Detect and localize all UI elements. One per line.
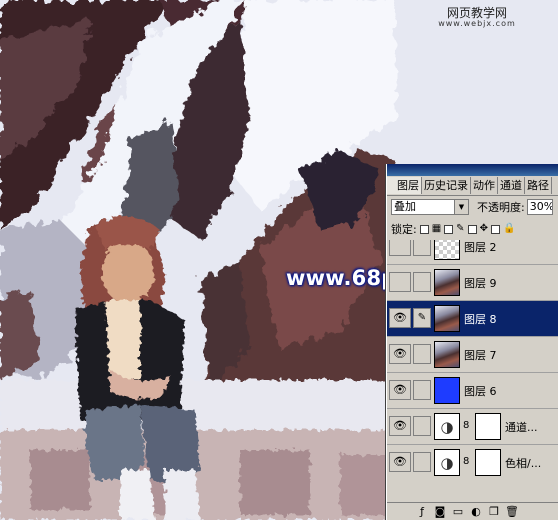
- layer-thumbnail: ◑: [434, 449, 460, 476]
- layer-list: 图层 2 图层 9 👁 ✎ 图层 8 👁 图层 7 👁 图层 6 👁 ◑ 8 通道... 👁 ◑ 8 色相/..…: [387, 240, 558, 500]
- watermark-site-logo: 网页教学网 www.webjx.com: [398, 4, 556, 32]
- mask-icon[interactable]: ◙: [433, 505, 447, 519]
- layer-row[interactable]: 👁 ◑ 8 通道...: [387, 408, 558, 444]
- brush-icon: ✎: [456, 223, 465, 234]
- layer-row[interactable]: 👁 ◑ 8 色相/...: [387, 444, 558, 480]
- eye-icon: 👁: [393, 311, 407, 324]
- lock-transparency-checkbox[interactable]: [419, 224, 429, 234]
- lock-all-checkbox[interactable]: [490, 224, 500, 234]
- brush-icon: ✎: [417, 312, 427, 323]
- panel-tabs: 图层 历史记录 动作 通道 路径: [387, 177, 558, 196]
- visibility-toggle[interactable]: 👁: [389, 452, 411, 472]
- opacity-field[interactable]: 30%: [526, 199, 553, 215]
- folder-icon[interactable]: ▭: [451, 505, 465, 519]
- layer-row[interactable]: 👁 ✎ 图层 8: [387, 300, 558, 336]
- layer-row[interactable]: 图层 2: [387, 240, 558, 264]
- lock-label: 锁定:: [391, 223, 417, 236]
- layer-name: 图层 9: [464, 277, 497, 290]
- layer-row[interactable]: 👁 图层 7: [387, 336, 558, 372]
- layer-row[interactable]: 图层 9: [387, 264, 558, 300]
- tab-history[interactable]: 历史记录: [422, 177, 471, 194]
- eye-icon: 👁: [393, 383, 407, 396]
- layer-row[interactable]: 👁 图层 6: [387, 372, 558, 408]
- eye-icon: 👁: [393, 419, 407, 432]
- visibility-toggle[interactable]: [389, 272, 411, 292]
- blend-mode-select[interactable]: 叠加 ▼: [391, 199, 469, 215]
- layer-name: 图层 6: [464, 385, 497, 398]
- layer-name: 图层 8: [464, 313, 497, 326]
- layer-name: 色相/...: [505, 457, 542, 470]
- watermark-site-title: 网页教学网: [446, 6, 507, 20]
- link-toggle[interactable]: [413, 452, 431, 472]
- lock-image-checkbox[interactable]: [444, 224, 454, 234]
- layer-style-icon[interactable]: ƒ: [415, 505, 429, 519]
- visibility-toggle[interactable]: 👁: [389, 344, 411, 364]
- link-toggle[interactable]: [413, 380, 431, 400]
- new-layer-icon[interactable]: ❐: [487, 505, 501, 519]
- layer-thumbnail: ◑: [434, 413, 460, 440]
- layer-name: 图层 7: [464, 349, 497, 362]
- opacity-label: 不透明度:: [477, 201, 525, 214]
- eye-icon: 👁: [393, 455, 407, 468]
- checker-icon: ▦: [431, 223, 442, 234]
- trash-icon[interactable]: 🗑: [505, 505, 519, 519]
- layer-name: 通道...: [505, 421, 538, 434]
- layers-panel: 图层 历史记录 动作 通道 路径 叠加 ▼ 不透明度: 30% 锁定: ▦ ✎ …: [386, 164, 558, 520]
- link-toggle[interactable]: [413, 344, 431, 364]
- chain-link-icon: 8: [463, 420, 470, 431]
- tab-channels[interactable]: 通道: [498, 177, 525, 194]
- eye-icon: 👁: [393, 347, 407, 360]
- panel-title-bar[interactable]: [387, 164, 558, 176]
- move-icon: ✥: [479, 223, 488, 234]
- layer-thumbnail: [434, 240, 460, 260]
- lock-position-checkbox[interactable]: [467, 224, 477, 234]
- lock-row: 锁定: ▦ ✎ ✥ 🔒: [391, 222, 515, 236]
- visibility-toggle[interactable]: 👁: [389, 380, 411, 400]
- layer-thumbnail: [434, 341, 460, 368]
- chain-link-icon: 8: [463, 456, 470, 467]
- link-toggle[interactable]: [413, 416, 431, 436]
- lock-icon: 🔒: [502, 223, 516, 234]
- layer-thumbnail: [434, 305, 460, 332]
- tab-layers[interactable]: 图层: [387, 177, 422, 194]
- visibility-toggle[interactable]: [389, 240, 411, 256]
- layer-name: 图层 2: [464, 241, 497, 254]
- link-toggle[interactable]: [413, 272, 431, 292]
- adjustment-icon[interactable]: ◐: [469, 505, 483, 519]
- tab-paths[interactable]: 路径: [525, 177, 552, 194]
- visibility-toggle[interactable]: 👁: [389, 308, 411, 328]
- panel-bottom-bar: ƒ ◙ ▭ ◐ ❐ 🗑: [387, 502, 558, 520]
- blend-mode-value: 叠加: [394, 200, 416, 213]
- tab-actions[interactable]: 动作: [471, 177, 498, 194]
- blend-row: 叠加 ▼ 不透明度: 30%: [391, 198, 553, 216]
- link-toggle[interactable]: ✎: [413, 308, 431, 328]
- layer-mask-thumbnail: [475, 449, 501, 476]
- link-toggle[interactable]: [413, 240, 431, 256]
- layer-mask-thumbnail: [475, 413, 501, 440]
- layer-thumbnail: [434, 269, 460, 296]
- layer-thumbnail: [434, 377, 460, 404]
- chevron-down-icon[interactable]: ▼: [454, 200, 468, 214]
- visibility-toggle[interactable]: 👁: [389, 416, 411, 436]
- watermark-site-url: www.webjx.com: [438, 19, 516, 28]
